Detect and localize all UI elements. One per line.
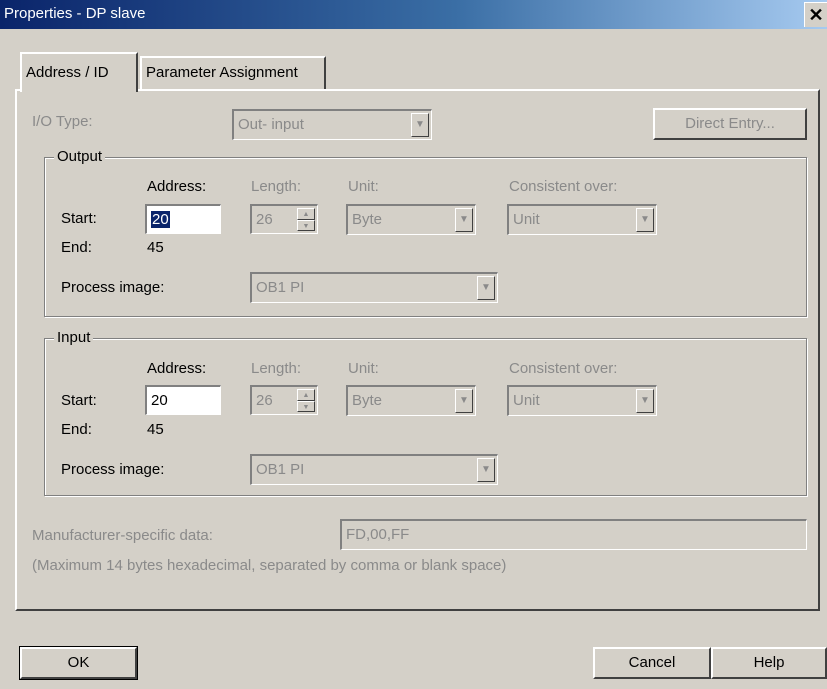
output-length-header: Length: bbox=[251, 178, 302, 195]
output-length-stepper[interactable]: 26 ▲ ▼ bbox=[250, 204, 318, 234]
input-group-title: Input bbox=[54, 329, 94, 346]
input-start-address-input[interactable]: 20 bbox=[145, 385, 221, 415]
title-bar[interactable]: Properties - DP slave ✕ bbox=[0, 0, 827, 29]
input-length-spin[interactable]: ▲ ▼ bbox=[297, 389, 315, 412]
manufacturer-data-value: FD,00,FF bbox=[346, 526, 410, 543]
output-start-address-input[interactable]: 20 bbox=[145, 204, 221, 234]
input-process-image-label: Process image: bbox=[61, 461, 165, 478]
output-consistent-value: Unit bbox=[513, 211, 540, 228]
input-end-value: 45 bbox=[147, 421, 164, 438]
tab-address-id[interactable]: Address / ID bbox=[20, 52, 138, 92]
output-unit-header: Unit: bbox=[348, 178, 379, 195]
input-consistent-value: Unit bbox=[513, 392, 540, 409]
input-consistent-select[interactable]: Unit ▼ bbox=[507, 385, 657, 416]
output-length-value: 26 bbox=[256, 211, 273, 228]
chevron-down-icon[interactable]: ▼ bbox=[455, 208, 473, 232]
input-address-header: Address: bbox=[147, 360, 207, 377]
chevron-down-icon[interactable]: ▼ bbox=[636, 208, 654, 232]
input-length-header: Length: bbox=[251, 360, 302, 377]
output-process-image-value: OB1 PI bbox=[256, 279, 305, 296]
output-consistent-header: Consistent over: bbox=[509, 178, 618, 195]
tab-address-id-label: Address / ID bbox=[26, 64, 109, 81]
output-address-header: Address: bbox=[147, 178, 207, 195]
close-icon[interactable]: ✕ bbox=[804, 2, 827, 27]
tab-parameter-assignment[interactable]: Parameter Assignment bbox=[140, 56, 326, 90]
direct-entry-button[interactable]: Direct Entry... bbox=[653, 108, 807, 140]
manufacturer-data-hint: (Maximum 14 bytes hexadecimal, separated… bbox=[32, 557, 507, 574]
input-unit-value: Byte bbox=[352, 392, 383, 409]
input-start-label: Start: bbox=[61, 392, 97, 409]
tab-parameter-assignment-label: Parameter Assignment bbox=[146, 64, 298, 81]
cancel-button[interactable]: Cancel bbox=[593, 647, 711, 679]
help-button[interactable]: Help bbox=[711, 647, 827, 679]
window-title: Properties - DP slave bbox=[4, 5, 146, 22]
output-start-label: Start: bbox=[61, 210, 97, 227]
output-start-address-value: 20 bbox=[151, 211, 170, 228]
io-type-select[interactable]: Out- input ▼ bbox=[232, 109, 432, 140]
output-end-label: End: bbox=[61, 239, 92, 256]
output-consistent-select[interactable]: Unit ▼ bbox=[507, 204, 657, 235]
output-process-image-select[interactable]: OB1 PI ▼ bbox=[250, 272, 498, 303]
chevron-down-icon[interactable]: ▼ bbox=[411, 113, 429, 137]
input-length-stepper[interactable]: 26 ▲ ▼ bbox=[250, 385, 318, 415]
output-group-title: Output bbox=[54, 148, 106, 165]
input-start-address-value: 20 bbox=[151, 392, 168, 409]
manufacturer-data-label: Manufacturer-specific data: bbox=[32, 527, 213, 544]
output-length-spin[interactable]: ▲ ▼ bbox=[297, 208, 315, 231]
ok-button[interactable]: OK bbox=[19, 646, 138, 680]
input-process-image-select[interactable]: OB1 PI ▼ bbox=[250, 454, 498, 485]
input-end-label: End: bbox=[61, 421, 92, 438]
output-end-value: 45 bbox=[147, 239, 164, 256]
spin-down-icon[interactable]: ▼ bbox=[297, 219, 315, 231]
output-unit-value: Byte bbox=[352, 211, 383, 228]
input-unit-header: Unit: bbox=[348, 360, 379, 377]
input-unit-select[interactable]: Byte ▼ bbox=[346, 385, 476, 416]
chevron-down-icon[interactable]: ▼ bbox=[477, 458, 495, 482]
output-unit-select[interactable]: Byte ▼ bbox=[346, 204, 476, 235]
io-type-value: Out- input bbox=[238, 116, 304, 133]
input-length-value: 26 bbox=[256, 392, 273, 409]
input-process-image-value: OB1 PI bbox=[256, 461, 305, 478]
spin-up-icon[interactable]: ▲ bbox=[297, 208, 315, 220]
chevron-down-icon[interactable]: ▼ bbox=[636, 389, 654, 413]
chevron-down-icon[interactable]: ▼ bbox=[455, 389, 473, 413]
manufacturer-data-input[interactable]: FD,00,FF bbox=[340, 519, 807, 550]
io-type-label: I/O Type: bbox=[32, 113, 93, 130]
chevron-down-icon[interactable]: ▼ bbox=[477, 276, 495, 300]
spin-up-icon[interactable]: ▲ bbox=[297, 389, 315, 401]
spin-down-icon[interactable]: ▼ bbox=[297, 400, 315, 412]
input-consistent-header: Consistent over: bbox=[509, 360, 618, 377]
output-process-image-label: Process image: bbox=[61, 279, 165, 296]
